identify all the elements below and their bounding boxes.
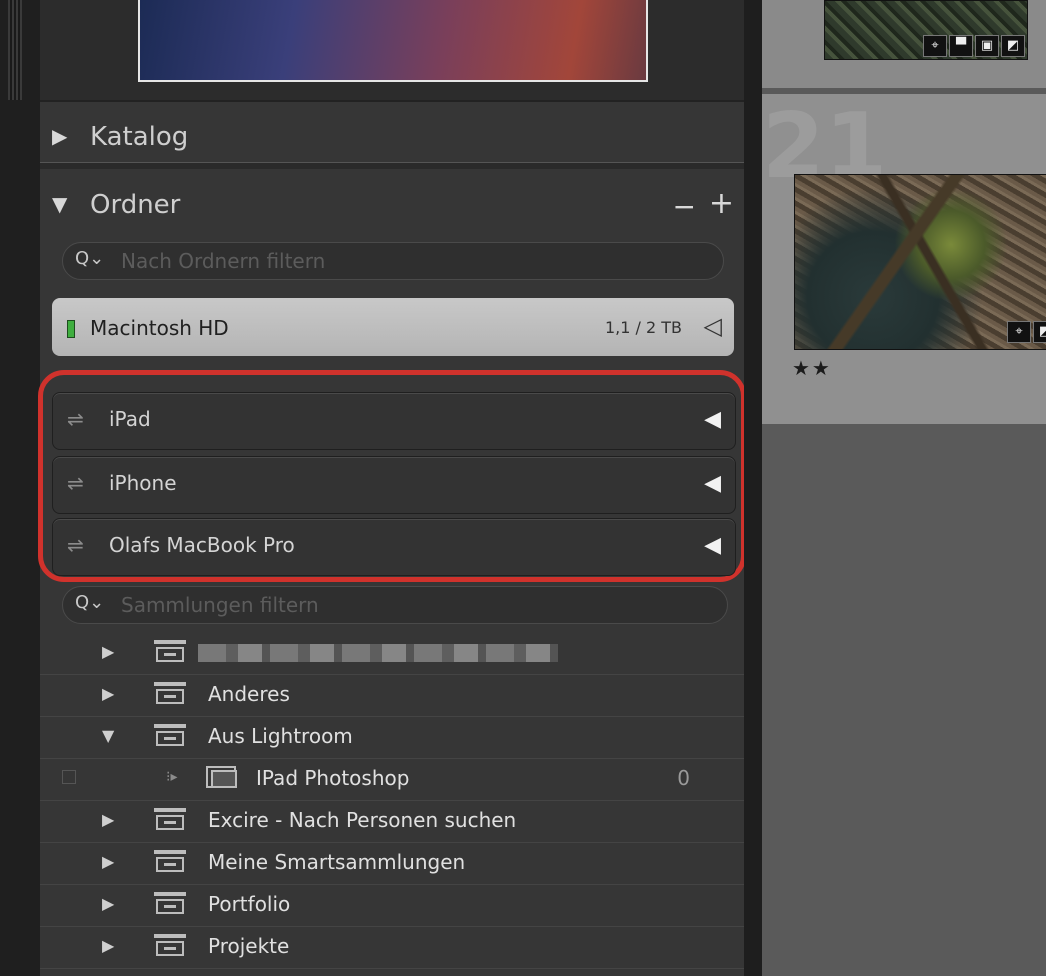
smart-collection-row[interactable]: ⁝▸ IPad Photoshop 0	[40, 758, 744, 801]
section-header-katalog[interactable]: ▶ Katalog	[40, 108, 744, 170]
device-name: iPad	[109, 407, 151, 431]
search-icon[interactable]: Q⌄	[75, 248, 104, 269]
sync-icon: ⇌	[67, 471, 84, 495]
collection-set-icon	[154, 892, 186, 916]
collection-set-row[interactable]: ▶	[40, 632, 744, 675]
collection-set-row[interactable]: ▶ Portfolio	[40, 884, 744, 927]
collection-set-row[interactable]: ▶ Excire - Nach Personen suchen	[40, 800, 744, 843]
grid-cell[interactable]: ⌖ ▀ ▣ ◩	[762, 0, 1046, 88]
section-divider	[40, 162, 744, 169]
device-name: Olafs MacBook Pro	[109, 533, 295, 557]
section-title: Katalog	[90, 122, 189, 152]
section-title: Ordner	[90, 190, 181, 220]
collection-set-icon	[154, 850, 186, 874]
collection-search-input[interactable]: Q⌄ Sammlungen filtern	[62, 586, 728, 624]
keyword-tag-icon[interactable]: ⌖	[1007, 321, 1031, 343]
device-ipad[interactable]: ⇌ iPad ◀	[52, 392, 736, 450]
volume-size: 1,1 / 2 TB	[604, 318, 682, 337]
keyword-tag-icon[interactable]: ⌖	[923, 35, 947, 57]
navigator-panel	[40, 0, 744, 102]
volume-status-led	[67, 320, 75, 338]
collection-set-icon	[154, 934, 186, 958]
collection-label: Projekte	[208, 934, 290, 958]
device-name: iPhone	[109, 471, 177, 495]
collection-label: Anderes	[208, 682, 290, 706]
sync-icon: ⇌	[67, 533, 84, 557]
expand-triangle-icon[interactable]: ▶	[102, 852, 114, 871]
volume-macintosh-hd[interactable]: Macintosh HD 1,1 / 2 TB ◁	[52, 298, 734, 356]
collection-label: Aus Lightroom	[208, 724, 353, 748]
expand-triangle-icon[interactable]: ▶	[102, 810, 114, 829]
collection-count: 0	[677, 766, 690, 790]
redacted-label	[198, 644, 558, 662]
thumbnail-badges: ⌖ ▀ ▣ ◩	[923, 35, 1025, 57]
crop-icon[interactable]: ▣	[975, 35, 999, 57]
collection-set-icon	[154, 682, 186, 706]
smart-collection-gear-icon: ⁝▸	[166, 769, 178, 785]
expand-arrow-icon[interactable]: ◁	[704, 312, 722, 340]
collection-set-row[interactable]: ▼ Aus Lightroom	[40, 716, 744, 759]
panel-grip[interactable]	[0, 0, 40, 976]
grid-cell[interactable]: 21 ⌖ ◩ ★★	[762, 94, 1046, 424]
left-panel: ▶ Katalog ▼ Ordner − + Q⌄ Nach Ordnern f…	[38, 0, 746, 976]
target-collection-checkbox[interactable]	[62, 770, 76, 784]
sync-icon: ⇌	[67, 407, 84, 431]
folder-search-placeholder: Nach Ordnern filtern	[121, 249, 326, 273]
collapse-triangle-icon[interactable]: ▼	[102, 726, 114, 745]
section-header-ordner[interactable]: ▼ Ordner − +	[40, 176, 744, 238]
device-iphone[interactable]: ⇌ iPhone ◀	[52, 456, 736, 514]
collection-set-icon	[154, 640, 186, 664]
remove-folder-button[interactable]: −	[673, 190, 696, 223]
collection-icon	[206, 766, 240, 790]
navigator-preview[interactable]	[138, 0, 648, 82]
collection-set-row[interactable]: ▶ Anderes	[40, 674, 744, 717]
develop-adjust-icon[interactable]: ◩	[1001, 35, 1025, 57]
expand-triangle-icon: ▶	[52, 124, 68, 148]
device-macbook-pro[interactable]: ⇌ Olafs MacBook Pro ◀	[52, 518, 736, 576]
star-rating[interactable]: ★★	[792, 356, 832, 380]
grip-texture	[8, 0, 22, 100]
collapse-triangle-icon: ▼	[52, 192, 68, 216]
collection-label: Excire - Nach Personen suchen	[208, 808, 517, 832]
collection-label: Portfolio	[208, 892, 291, 916]
search-icon[interactable]: Q⌄	[75, 592, 104, 613]
panel-separator[interactable]	[744, 0, 762, 976]
expand-arrow-icon[interactable]: ◀	[704, 407, 721, 432]
expand-triangle-icon[interactable]: ▶	[102, 894, 114, 913]
collection-label: IPad Photoshop	[256, 766, 410, 790]
collection-set-icon	[154, 724, 186, 748]
collection-search-placeholder: Sammlungen filtern	[121, 593, 319, 617]
expand-arrow-icon[interactable]: ◀	[704, 533, 721, 558]
collection-label: Meine Smartsammlungen	[208, 850, 466, 874]
collection-set-icon	[154, 808, 186, 832]
folder-search-input[interactable]: Q⌄ Nach Ordnern filtern	[62, 242, 724, 280]
photo-thumbnail[interactable]: ⌖ ▀ ▣ ◩	[824, 0, 1028, 60]
photo-thumbnail[interactable]: ⌖ ◩	[794, 174, 1046, 350]
expand-arrow-icon[interactable]: ◀	[704, 471, 721, 496]
expand-triangle-icon[interactable]: ▶	[102, 936, 114, 955]
photo-grid: ⌖ ▀ ▣ ◩ 21 ⌖ ◩ ★★	[762, 0, 1046, 976]
add-folder-button[interactable]: +	[709, 186, 734, 221]
volume-name: Macintosh HD	[90, 316, 229, 340]
collection-set-row[interactable]: ▶ Projekte	[40, 926, 744, 969]
expand-triangle-icon[interactable]: ▶	[102, 642, 114, 661]
expand-triangle-icon[interactable]: ▶	[102, 684, 114, 703]
collection-set-row[interactable]: ▶ Meine Smartsammlungen	[40, 842, 744, 885]
develop-adjust-icon[interactable]: ◩	[1033, 321, 1046, 343]
thumbnail-badges: ⌖ ◩	[1007, 321, 1046, 343]
comment-icon[interactable]: ▀	[949, 35, 973, 57]
